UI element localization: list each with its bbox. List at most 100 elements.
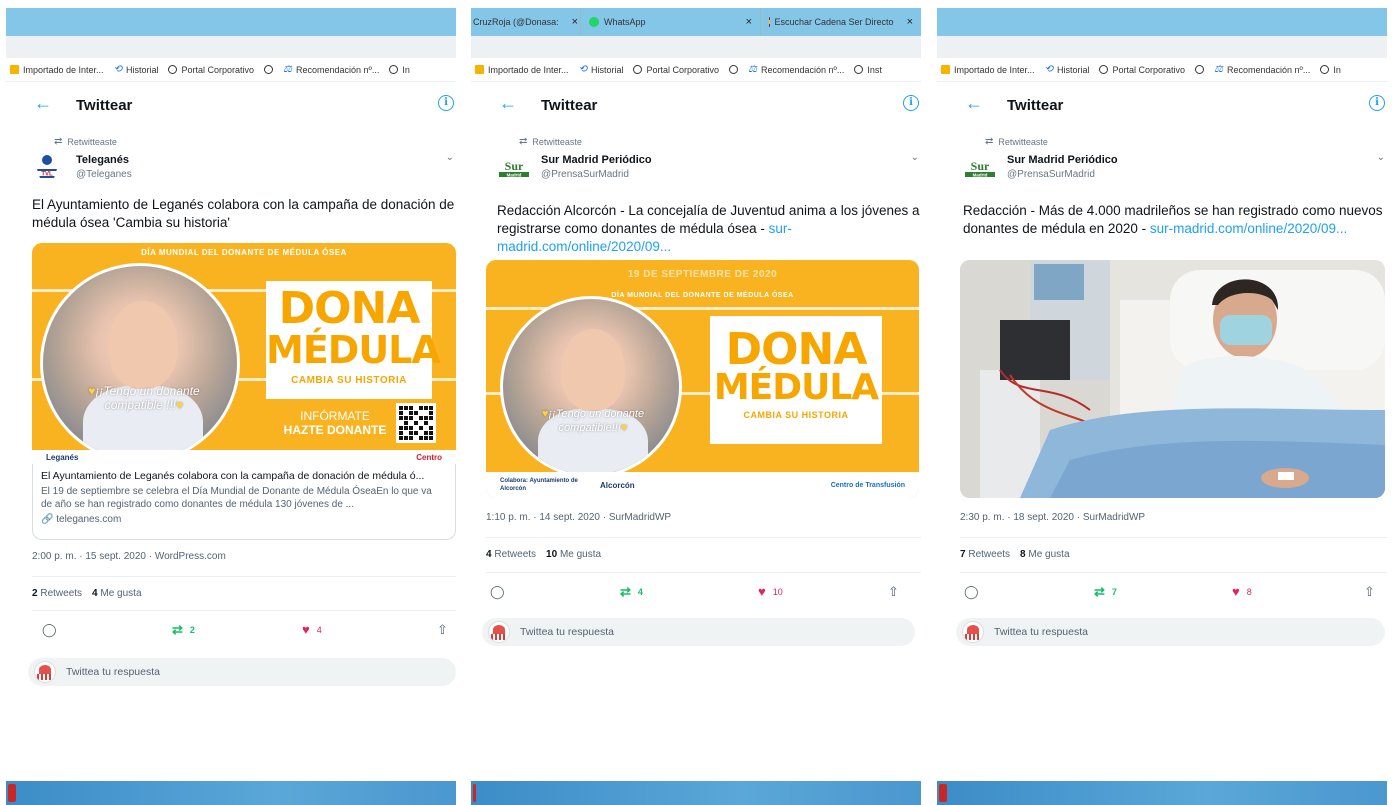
retweets-stat[interactable]: 2 Retweets [32, 588, 82, 599]
history-icon: ⟲ [113, 64, 122, 75]
bookmark-imported[interactable]: Importado de Inter... [475, 65, 569, 75]
share-icon[interactable]: ⇧ [437, 622, 448, 638]
bookmark-recomendacion[interactable]: ⚖ Recomendación nº... [748, 64, 844, 75]
chevron-down-icon[interactable]: ⌄ [446, 152, 454, 163]
close-icon[interactable]: × [738, 16, 752, 28]
back-arrow-icon[interactable]: ← [499, 93, 517, 114]
close-icon[interactable]: × [899, 16, 913, 28]
tweet-author[interactable]: Sur Madrid Sur Madrid Periódico @PrensaS… [959, 150, 1387, 186]
author-handle[interactable]: @Teleganes [76, 169, 132, 180]
info-icon[interactable]: i [438, 95, 454, 111]
author-name[interactable]: Sur Madrid Periódico [541, 154, 652, 166]
bookmark-globe[interactable] [264, 65, 274, 74]
tweet-author[interactable]: TVL Teleganés @Teleganes ⌄ [28, 150, 456, 186]
avatar[interactable]: Sur Madrid [963, 152, 997, 182]
svg-text:Sur: Sur [505, 159, 524, 173]
bottom-strip [6, 781, 456, 805]
retweet-action[interactable]: ⇄ 4 [620, 584, 643, 600]
link-card-description: El 19 de septiembre se celebra el Día Mu… [41, 486, 432, 510]
browser-address-bar[interactable] [471, 36, 921, 58]
flag-icon [769, 17, 770, 27]
close-icon[interactable]: × [564, 16, 578, 28]
tweet-timestamp[interactable]: 1:10 p. m. · 14 sept. 2020 · SurMadridWP [486, 512, 671, 523]
history-icon: ⟲ [578, 64, 587, 75]
bookmark-imported[interactable]: Importado de Inter... [941, 65, 1035, 75]
info-icon[interactable]: i [1369, 95, 1385, 111]
tab-cruzroja[interactable]: CruzRoja (@Donasa: × [471, 8, 581, 36]
like-icon: ♥ [1232, 584, 1240, 599]
tweet-media[interactable]: 19 DE SEPTIEMBRE DE 2020 DÍA MUNDIAL DEL… [486, 260, 919, 498]
bookmark-globe[interactable] [1195, 65, 1205, 74]
retweeted-indicator: ⇄ Retwitteaste [519, 136, 582, 147]
author-name[interactable]: Teleganés [76, 154, 129, 166]
author-handle[interactable]: @PrensaSurMadrid [541, 169, 629, 180]
avatar [962, 621, 984, 643]
retweet-icon: ⇄ [172, 622, 183, 637]
share-icon[interactable]: ⇧ [1364, 584, 1375, 600]
author-name[interactable]: Sur Madrid Periódico [1007, 154, 1118, 166]
reply-input[interactable]: Twittea tu respuesta [482, 618, 915, 646]
bookmark-portal[interactable]: Portal Corporativo [168, 65, 254, 75]
bookmark-history[interactable]: ⟲ Historial [114, 64, 159, 75]
avatar[interactable]: Sur Madrid [497, 152, 531, 182]
bookmark-history[interactable]: ⟲ Historial [579, 64, 624, 75]
chevron-down-icon[interactable]: ⌄ [911, 152, 919, 163]
reply-icon[interactable]: ◯ [490, 584, 505, 600]
like-action[interactable]: ♥ 10 [758, 584, 783, 599]
bookmark-recomendacion[interactable]: ⚖ Recomendación nº... [283, 64, 379, 75]
info-icon[interactable]: i [903, 95, 919, 111]
retweets-stat[interactable]: 4 Retweets [486, 549, 536, 560]
campaign-photo: ♥¡¡Tengo un donante compatible !!!♥ [40, 263, 240, 463]
browser-address-bar[interactable] [6, 36, 456, 58]
author-handle[interactable]: @PrensaSurMadrid [1007, 169, 1095, 180]
reply-input[interactable]: Twittea tu respuesta [956, 618, 1385, 646]
back-arrow-icon[interactable]: ← [34, 93, 52, 114]
bookmark-more[interactable]: Inst [854, 65, 882, 75]
bookmark-more[interactable]: In [1320, 65, 1341, 75]
tweet-header: ← Twittear i [937, 88, 1387, 124]
likes-stat[interactable]: 10 Me gusta [546, 549, 601, 560]
tweet-panel-surmadrid-alcorcon: CruzRoja (@Donasa: × WhatsApp × Escuchar… [471, 0, 921, 805]
tab-whatsapp[interactable]: WhatsApp × [581, 8, 761, 36]
media-footer: Colabora: Ayuntamiento de Alcorcón Alcor… [486, 472, 919, 498]
likes-stat[interactable]: 8 Me gusta [1020, 549, 1069, 560]
chevron-down-icon[interactable]: ⌄ [1377, 152, 1385, 163]
bookmark-more[interactable]: In [389, 65, 410, 75]
media-bubble-text: ♥¡¡Tengo un donante compatible!!!♥ [541, 408, 645, 434]
like-action[interactable]: ♥ 4 [302, 622, 322, 637]
bookmark-portal[interactable]: Portal Corporativo [1099, 65, 1185, 75]
bookmark-history[interactable]: ⟲ Historial [1045, 64, 1090, 75]
link-card[interactable]: El Ayuntamiento de Leganés colabora con … [32, 464, 456, 540]
bookmark-recomendacion[interactable]: ⚖ Recomendación nº... [1214, 64, 1310, 75]
tweet-timestamp[interactable]: 2:30 p. m. · 18 sept. 2020 · SurMadridWP [960, 512, 1145, 523]
share-icon[interactable]: ⇧ [888, 584, 899, 600]
tweet-photo-hospital[interactable] [960, 260, 1385, 498]
tweet-timestamp[interactable]: 2:00 p. m. · 15 sept. 2020 · WordPress.c… [32, 551, 226, 562]
retweet-icon: ⇄ [985, 136, 994, 147]
retweets-stat[interactable]: 7 Retweets [960, 549, 1010, 560]
retweet-action[interactable]: ⇄ 7 [1094, 584, 1117, 600]
reply-input[interactable]: Twittea tu respuesta [28, 658, 456, 686]
folder-icon [941, 65, 950, 74]
retweet-action[interactable]: ⇄ 2 [172, 622, 195, 638]
tweet-media[interactable]: DÍA MUNDIAL DEL DONANTE DE MÉDULA ÓSEA ♥… [32, 243, 456, 464]
informate-label: INFÓRMATE HAZTE DONANTE [283, 409, 387, 437]
retweet-icon: ⇄ [519, 136, 528, 147]
back-arrow-icon[interactable]: ← [965, 93, 983, 114]
tweet-panel-surmadrid-donantes: Importado de Inter... ⟲ Historial Portal … [937, 0, 1387, 805]
bookmark-portal[interactable]: Portal Corporativo [633, 65, 719, 75]
retweeted-indicator: ⇄ Retwitteaste [985, 136, 1048, 147]
tweet-author[interactable]: Sur Madrid Sur Madrid Periódico @PrensaS… [493, 150, 921, 186]
tweet-link[interactable]: sur-madrid.com/online/2020/09... [1150, 221, 1347, 236]
avatar[interactable]: TVL [32, 152, 62, 182]
tab-cadena-ser[interactable]: Escuchar Cadena Ser Directo × [761, 8, 921, 36]
bookmark-imported[interactable]: Importado de Inter... [10, 65, 104, 75]
link-card-title: El Ayuntamiento de Leganés colabora con … [41, 470, 425, 482]
reply-icon[interactable]: ◯ [964, 584, 979, 600]
bottom-strip [937, 781, 1387, 805]
browser-address-bar[interactable] [937, 36, 1387, 58]
reply-icon[interactable]: ◯ [42, 622, 57, 638]
bookmark-globe[interactable] [729, 65, 739, 74]
likes-stat[interactable]: 4 Me gusta [92, 588, 141, 599]
like-action[interactable]: ♥ 8 [1232, 584, 1252, 599]
